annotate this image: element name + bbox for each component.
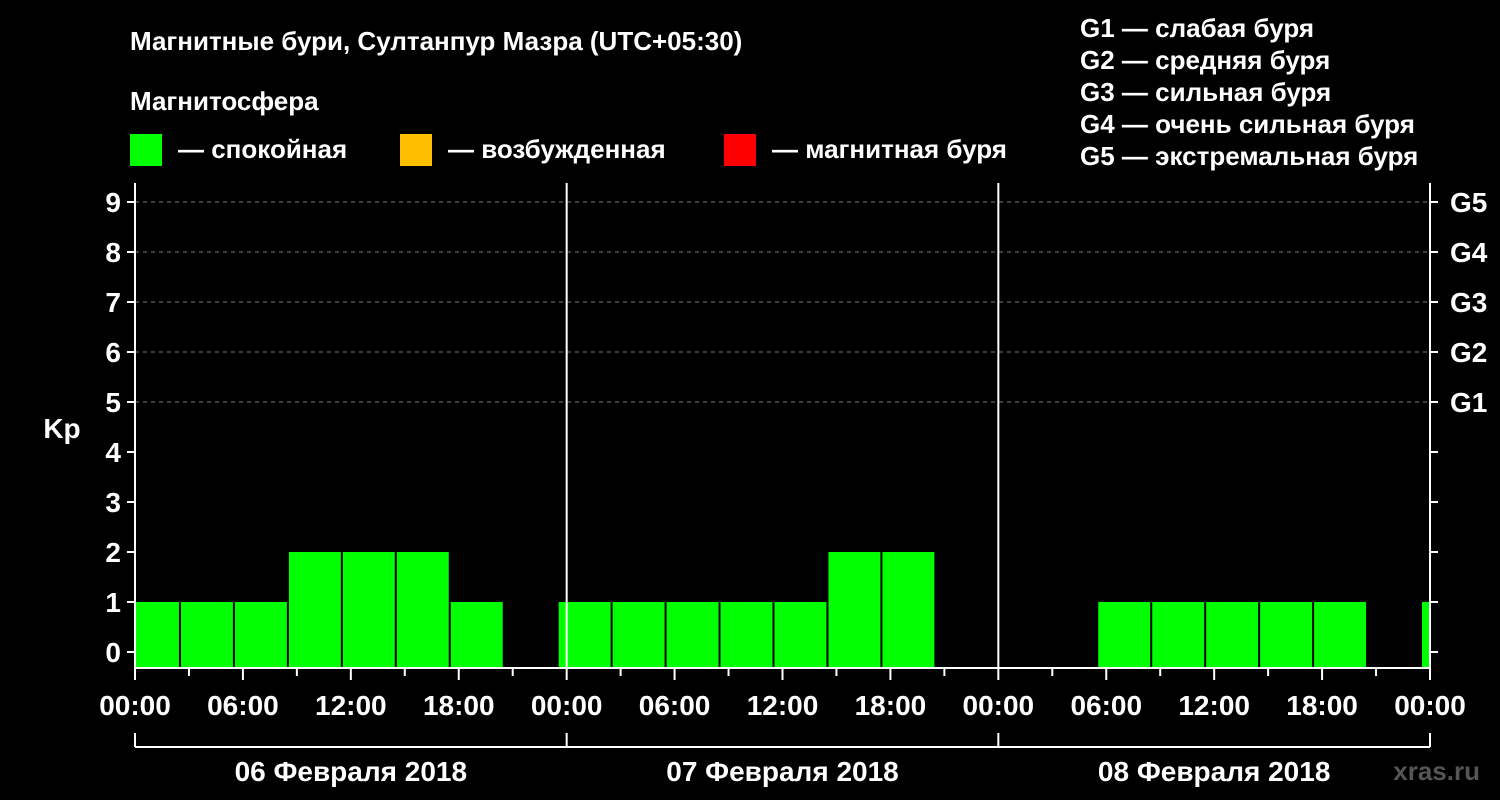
x-tick-label-7: 18:00 <box>855 690 927 721</box>
legend-swatch-disturbed <box>400 134 432 166</box>
bar-8 <box>612 602 665 668</box>
storm-scale-g3: G3 — сильная буря <box>1080 77 1331 107</box>
storm-scale-g5: G5 — экстремальная буря <box>1080 141 1418 171</box>
bar-6 <box>450 602 503 668</box>
bar-12 <box>828 552 881 668</box>
y-tick-label-1: 1 <box>105 587 121 618</box>
right-label-g2: G2 <box>1450 337 1487 368</box>
y-tick-label-0: 0 <box>105 637 121 668</box>
bar-11 <box>774 602 827 668</box>
bar-0 <box>136 602 179 668</box>
bar-3 <box>288 552 341 668</box>
storm-scale-g4: G4 — очень сильная буря <box>1080 109 1415 139</box>
x-tick-label-4: 00:00 <box>531 690 603 721</box>
bar-15 <box>1152 602 1205 668</box>
x-tick-label-10: 12:00 <box>1178 690 1250 721</box>
day-label-0: 06 Февраля 2018 <box>235 756 467 787</box>
x-tick-label-5: 06:00 <box>639 690 711 721</box>
y-tick-label-4: 4 <box>105 437 121 468</box>
right-label-g4: G4 <box>1450 237 1488 268</box>
x-axis: 00:00 06:00 12:00 18:00 00:00 06:00 12:00 18:00… <box>99 668 1466 721</box>
storm-scale-g2: G2 — средняя буря <box>1080 45 1330 75</box>
legend-heading: Магнитосфера <box>130 86 319 116</box>
x-tick-label-11: 18:00 <box>1286 690 1358 721</box>
y-tick-label-8: 8 <box>105 237 121 268</box>
y-axis-label: Kp <box>43 413 80 444</box>
storm-scale: G1 — слабая буря G2 — средняя буря G3 — … <box>1080 13 1418 171</box>
bar-18 <box>1314 602 1367 668</box>
right-label-g3: G3 <box>1450 287 1487 318</box>
legend-label-quiet: — спокойная <box>178 134 347 164</box>
x-tick-label-2: 12:00 <box>315 690 387 721</box>
x-tick-label-8: 00:00 <box>963 690 1035 721</box>
y-tick-label-3: 3 <box>105 487 121 518</box>
x-tick-label-12: 00:00 <box>1394 690 1466 721</box>
bar-9 <box>666 602 719 668</box>
legend-label-storm: — магнитная буря <box>772 134 1007 164</box>
grid-lines <box>135 201 1430 403</box>
x-tick-label-1: 06:00 <box>207 690 279 721</box>
y-tick-label-9: 9 <box>105 187 121 218</box>
y-tick-label-5: 5 <box>105 387 121 418</box>
bar-14 <box>1098 602 1151 668</box>
x-tick-label-3: 18:00 <box>423 690 495 721</box>
x-tick-label-9: 06:00 <box>1070 690 1142 721</box>
bar-17 <box>1260 602 1313 668</box>
right-label-g1: G1 <box>1450 387 1487 418</box>
x-tick-label-0: 00:00 <box>99 690 171 721</box>
y-tick-label-7: 7 <box>105 287 121 318</box>
x-tick-label-6: 12:00 <box>747 690 819 721</box>
y-axis: 0 1 2 3 4 5 6 7 8 9 <box>105 187 135 668</box>
bar-10 <box>720 602 773 668</box>
right-label-g5: G5 <box>1450 187 1487 218</box>
legend-swatch-quiet <box>130 134 162 166</box>
watermark: xras.ru <box>1393 756 1480 786</box>
kp-chart: Магнитные бури, Султанпур Мазра (UTC+05:… <box>43 13 1488 787</box>
bar-1 <box>180 602 233 668</box>
y-tick-label-2: 2 <box>105 537 121 568</box>
day-label-1: 07 Февраля 2018 <box>666 756 898 787</box>
legend-swatch-storm <box>724 134 756 166</box>
bar-4 <box>342 552 395 668</box>
bar-series <box>136 552 1429 668</box>
bar-2 <box>234 602 287 668</box>
bar-13 <box>882 552 935 668</box>
bar-16 <box>1206 602 1259 668</box>
right-axis: G1 G2 G3 G4 G5 <box>1430 187 1488 653</box>
day-labels: 06 Февраля 2018 07 Февраля 2018 08 Февраля… <box>134 733 1431 787</box>
bar-19 <box>1422 602 1429 668</box>
chart-title: Магнитные бури, Султанпур Мазра (UTC+05:… <box>130 26 742 56</box>
y-tick-label-6: 6 <box>105 337 121 368</box>
bar-5 <box>396 552 449 668</box>
day-label-2: 08 Февраля 2018 <box>1098 756 1330 787</box>
legend: — спокойная — возбужденная — магнитная б… <box>130 134 1007 166</box>
storm-scale-g1: G1 — слабая буря <box>1080 13 1314 43</box>
legend-label-disturbed: — возбужденная <box>448 134 666 164</box>
